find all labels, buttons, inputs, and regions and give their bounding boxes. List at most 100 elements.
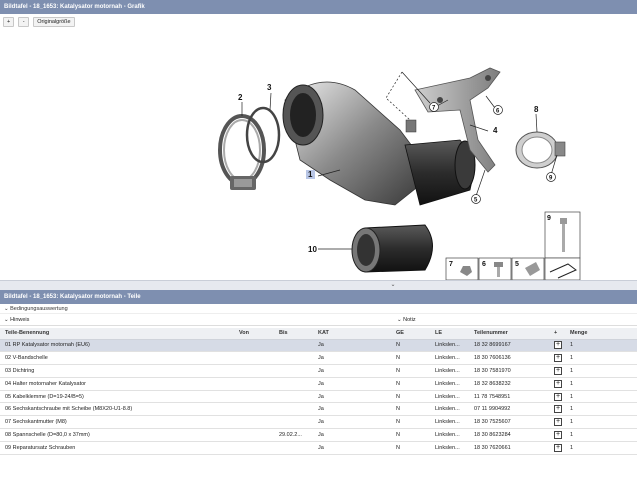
col-header-quantity[interactable]: Menge bbox=[565, 328, 637, 340]
add-to-cart-button[interactable]: + bbox=[554, 341, 562, 350]
col-header-ge[interactable]: GE bbox=[391, 328, 430, 340]
quantity-cell: 1 bbox=[565, 339, 637, 353]
kat-cell: Ja bbox=[313, 351, 391, 366]
exploded-view-graphic[interactable]: 1 2 3 4 8 10 5 6 7 9 9 7 6 5 bbox=[0, 30, 637, 280]
quantity-cell: 1 bbox=[565, 402, 637, 417]
part-name-cell: 04 Halter motornaher Katalysator bbox=[0, 377, 234, 391]
from-cell bbox=[234, 339, 274, 353]
legend-callout-7: 7 bbox=[449, 261, 453, 268]
hint-notes-row: ⌄ Hinweis ⌄ Notiz bbox=[0, 314, 637, 326]
part-number-cell: 18 32 8699167 bbox=[469, 339, 549, 353]
table-row[interactable]: 06 Sechskantschraube mit Scheibe (M8X20-… bbox=[0, 402, 637, 417]
to-cell bbox=[274, 402, 313, 417]
add-cell: + bbox=[549, 364, 565, 378]
table-row[interactable]: 07 Sechskantmutter (M8) Ja N Linkslen... 18 … bbox=[0, 415, 637, 430]
conditions-toggle[interactable]: ⌄ Bedingungsauswertung bbox=[0, 304, 637, 314]
ge-cell: N bbox=[391, 402, 430, 417]
add-to-cart-button[interactable]: + bbox=[554, 366, 562, 375]
parts-panel: Bildtafel - 18_1653: Katalysator motorna… bbox=[0, 290, 637, 480]
callout-2[interactable]: 2 bbox=[238, 93, 243, 102]
to-cell bbox=[274, 441, 313, 455]
part-number-cell: 18 30 7606136 bbox=[469, 351, 549, 366]
col-header-partnumber[interactable]: Teilenummer bbox=[469, 328, 549, 340]
col-header-name[interactable]: Teile-Benennung bbox=[0, 328, 234, 340]
add-to-cart-button[interactable]: + bbox=[554, 418, 562, 427]
panel-splitter[interactable]: ⌄ bbox=[0, 280, 637, 290]
callout-4[interactable]: 4 bbox=[493, 126, 498, 135]
add-cell: + bbox=[549, 441, 565, 455]
hint-label: Hinweis bbox=[10, 317, 30, 323]
add-cell: + bbox=[549, 351, 565, 366]
part-name-cell: 07 Sechskantmutter (M8) bbox=[0, 415, 234, 430]
quantity-cell: 1 bbox=[565, 364, 637, 378]
quantity-cell: 1 bbox=[565, 390, 637, 404]
part-number-cell: 11 78 7548951 bbox=[469, 390, 549, 404]
part-number-cell: 18 30 8623284 bbox=[469, 428, 549, 442]
part-number-cell: 18 30 7620661 bbox=[469, 441, 549, 455]
add-to-cart-button[interactable]: + bbox=[554, 405, 562, 414]
col-header-to[interactable]: Bis bbox=[274, 328, 313, 340]
add-to-cart-button[interactable]: + bbox=[554, 430, 562, 439]
part-number-cell: 18 30 7525607 bbox=[469, 415, 549, 430]
zoom-in-button[interactable]: + bbox=[3, 17, 15, 27]
to-cell bbox=[274, 415, 313, 430]
add-cell: + bbox=[549, 390, 565, 404]
le-cell: Linkslen... bbox=[430, 377, 469, 391]
notes-toggle[interactable]: ⌄ Notiz bbox=[395, 314, 637, 325]
table-row[interactable]: 04 Halter motornaher Katalysator Ja N Links… bbox=[0, 377, 637, 391]
ge-cell: N bbox=[391, 377, 430, 391]
hint-toggle[interactable]: ⌄ Hinweis bbox=[0, 314, 395, 325]
callout-8[interactable]: 8 bbox=[534, 105, 539, 114]
table-row[interactable]: 05 Kabelklemme (D=19-24/B=5) Ja N Linkslen.… bbox=[0, 390, 637, 404]
le-cell: Linkslen... bbox=[430, 415, 469, 430]
table-row[interactable]: 08 Spannschelle (D=80,0 x 37mm) 29.02.2..… bbox=[0, 428, 637, 442]
graphic-panel: Bildtafel - 18_1653: Katalysator motorna… bbox=[0, 0, 637, 280]
from-cell bbox=[234, 402, 274, 417]
to-cell bbox=[274, 390, 313, 404]
part-name-cell: 08 Spannschelle (D=80,0 x 37mm) bbox=[0, 428, 234, 442]
parts-table: Teile-Benennung Von Bis KAT GE LE Teilen… bbox=[0, 328, 637, 455]
quantity-cell: 1 bbox=[565, 351, 637, 366]
table-row[interactable]: 03 Dichtring Ja N Linkslen... 18 30 7581970 +… bbox=[0, 364, 637, 378]
col-header-from[interactable]: Von bbox=[234, 328, 274, 340]
collapse-chevron-icon[interactable]: ⌄ bbox=[384, 282, 402, 289]
add-cell: + bbox=[549, 339, 565, 353]
add-to-cart-button[interactable]: + bbox=[554, 354, 562, 363]
col-header-le[interactable]: LE bbox=[430, 328, 469, 340]
col-header-kat[interactable]: KAT bbox=[313, 328, 391, 340]
callout-10[interactable]: 10 bbox=[308, 245, 317, 254]
zoom-out-button[interactable]: - bbox=[18, 17, 30, 27]
le-cell: Linkslen... bbox=[430, 339, 469, 353]
notes-label: Notiz bbox=[403, 317, 416, 323]
graphic-panel-title: Bildtafel - 18_1653: Katalysator motorna… bbox=[0, 0, 637, 14]
repair-sleeve-part[interactable] bbox=[351, 224, 433, 273]
table-row[interactable]: 01 RP Katalysator motornah (EU6) Ja N Links… bbox=[0, 339, 637, 353]
callout-3[interactable]: 3 bbox=[267, 83, 272, 92]
clamp-part[interactable] bbox=[515, 131, 566, 169]
add-cell: + bbox=[549, 377, 565, 391]
callout-1[interactable]: 1 bbox=[308, 170, 313, 179]
part-name-cell: 09 Reparatursatz Schrauben bbox=[0, 441, 234, 455]
kat-cell: Ja bbox=[313, 402, 391, 417]
from-cell bbox=[234, 415, 274, 430]
table-row[interactable]: 02 V-Bandschelle Ja N Linkslen... 18 30 7606… bbox=[0, 351, 637, 366]
part-number-cell: 18 30 7581970 bbox=[469, 364, 549, 378]
add-to-cart-button[interactable]: + bbox=[554, 392, 562, 401]
part-number-cell: 07 11 9904992 bbox=[469, 402, 549, 417]
legend-callout-5: 5 bbox=[515, 261, 519, 268]
add-to-cart-button[interactable]: + bbox=[554, 379, 562, 388]
kat-cell: Ja bbox=[313, 428, 391, 442]
table-row[interactable]: 09 Reparatursatz Schrauben Ja N Linkslen...… bbox=[0, 441, 637, 455]
part-number-cell: 18 32 8638232 bbox=[469, 377, 549, 391]
quantity-cell: 1 bbox=[565, 377, 637, 391]
quantity-cell: 1 bbox=[565, 428, 637, 442]
ge-cell: N bbox=[391, 415, 430, 430]
v-band-clamp-part[interactable] bbox=[218, 114, 266, 190]
to-cell: 29.02.2... bbox=[274, 428, 313, 442]
original-size-button[interactable]: Originalgröße bbox=[33, 17, 75, 27]
le-cell: Linkslen... bbox=[430, 390, 469, 404]
add-to-cart-button[interactable]: + bbox=[554, 443, 562, 452]
part-name-cell: 01 RP Katalysator motornah (EU6) bbox=[0, 339, 234, 353]
from-cell bbox=[234, 428, 274, 442]
to-cell bbox=[274, 339, 313, 353]
